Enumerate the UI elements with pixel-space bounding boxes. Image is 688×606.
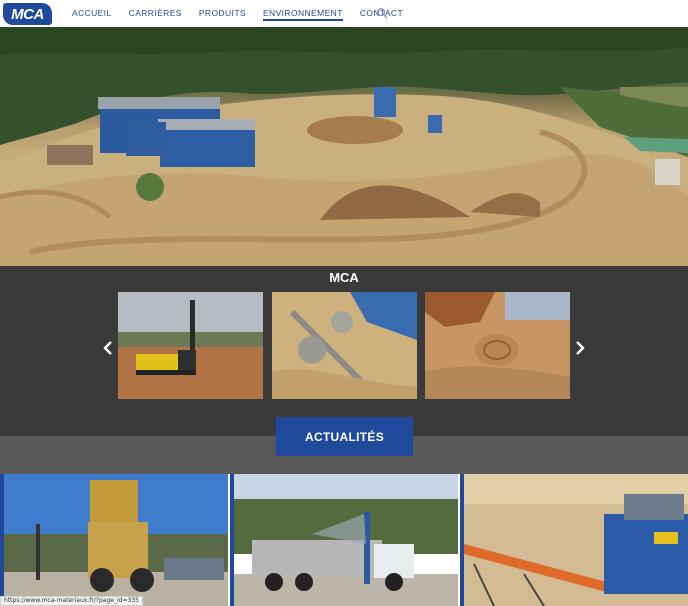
truck-wash-photo (234, 474, 458, 606)
hero-quarry-image (0, 27, 688, 266)
carousel-image-fossil[interactable] (425, 292, 570, 399)
fossil-photo (425, 292, 570, 399)
carousel-image-screening-plant[interactable] (272, 292, 417, 399)
status-bar-url: https://www.mca-materiaux.fr/?page_id=33… (0, 596, 143, 606)
news-card-dumper[interactable] (0, 474, 228, 606)
nav-item-accueil[interactable]: ACCUEIL (72, 0, 112, 27)
site-header: MCA ACCUEIL CARRIÈRES PRODUITS ENVIRONNE… (0, 0, 688, 27)
actualites-button[interactable]: ACTUALITÉS (276, 417, 413, 456)
screening-plant-photo (272, 292, 417, 399)
carousel-image-drill-rig[interactable] (118, 292, 263, 399)
nav-item-produits[interactable]: PRODUITS (199, 0, 246, 27)
chevron-left-icon[interactable] (102, 340, 114, 356)
conveyor-photo (464, 474, 688, 606)
carousel-title: MCA (329, 270, 359, 285)
search-icon[interactable] (376, 7, 388, 19)
chevron-right-icon[interactable] (574, 340, 586, 356)
mca-logo[interactable]: MCA (3, 3, 52, 25)
nav-item-environnement[interactable]: ENVIRONNEMENT (262, 0, 343, 27)
nav-item-carrieres[interactable]: CARRIÈRES (129, 0, 182, 27)
logo-text: MCA (11, 5, 44, 23)
drill-rig-photo (118, 292, 263, 399)
news-card-conveyor[interactable] (460, 474, 688, 606)
hero-illustration (0, 27, 688, 266)
main-nav: ACCUEIL CARRIÈRES PRODUITS ENVIRONNEMENT… (72, 0, 420, 27)
carousel-section: MCA (0, 266, 688, 436)
news-card-truck-wash[interactable] (230, 474, 458, 606)
dump-truck-photo (4, 474, 228, 606)
